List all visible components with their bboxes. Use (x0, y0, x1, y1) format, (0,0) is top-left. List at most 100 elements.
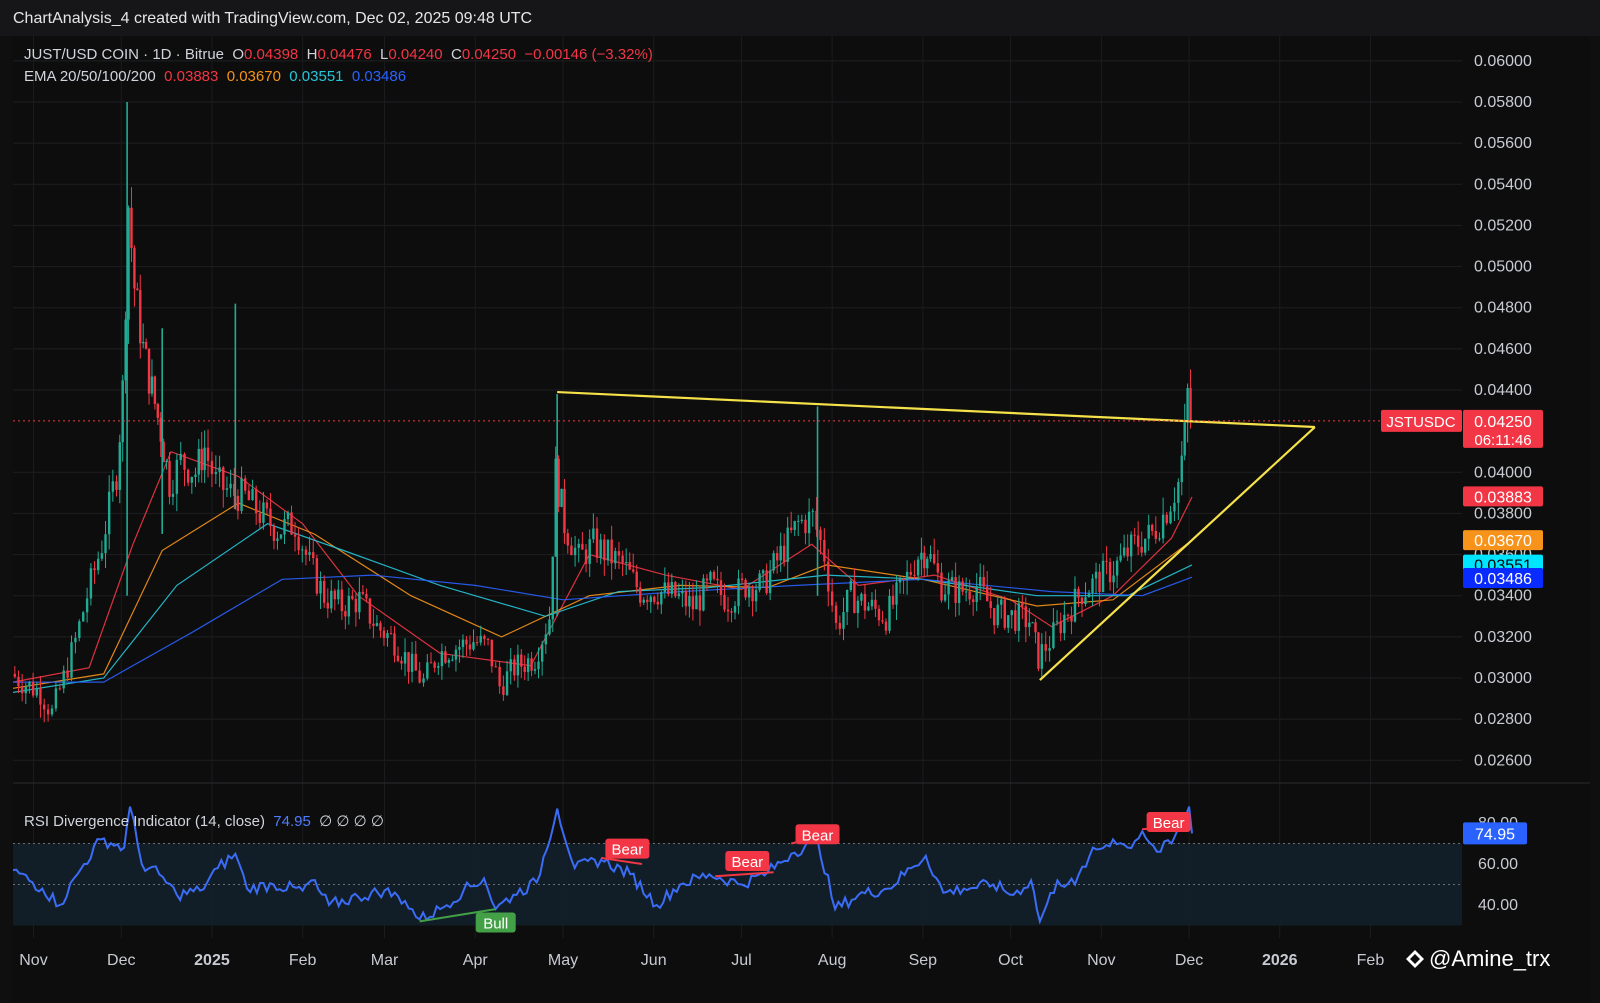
candle-body (811, 510, 814, 512)
candle-body (599, 539, 602, 558)
candle-body (115, 481, 118, 490)
candle-body (968, 591, 971, 600)
candle-body (1186, 388, 1189, 423)
divergence-label: Bear (612, 842, 644, 859)
symbol-label: JUST/USD COIN · 1D · Bitrue (24, 46, 225, 63)
candle-body (1098, 571, 1101, 592)
candle-body (1136, 535, 1140, 547)
candle-body (168, 460, 171, 497)
candle-body (39, 688, 42, 705)
candle-body (923, 552, 926, 569)
candle-body (203, 447, 206, 471)
candle-body (130, 207, 133, 249)
candle-body (222, 467, 225, 490)
candle-body (1070, 615, 1073, 622)
candle-body (486, 638, 490, 640)
candle-body (472, 642, 475, 650)
candle-body (551, 556, 554, 620)
candle-body (898, 578, 902, 583)
chart-canvas[interactable]: 0.06000 0.05800 0.05600 0.05400 0.05200 0.050… (0, 0, 1600, 1003)
candle-body (588, 539, 591, 564)
candle-body (141, 342, 145, 344)
candle-body (621, 555, 624, 563)
rsi-y-tick-label: 60.00 (1478, 856, 1518, 873)
change-value: −0.00146 (−3.32%) (524, 46, 653, 63)
candle-body (516, 654, 520, 676)
candle-body (740, 578, 744, 580)
candle-body (340, 589, 344, 612)
candle-body (581, 543, 584, 550)
candle-body (663, 582, 667, 593)
candle-body (1037, 632, 1040, 669)
ema20-value: 0.03883 (164, 68, 219, 85)
x-tick-label: Sep (909, 952, 938, 969)
candle-body (200, 448, 203, 471)
candle-body (849, 580, 853, 590)
candle-body (50, 708, 54, 715)
candle-body (877, 608, 881, 621)
candle-body (1129, 534, 1133, 557)
open-label: O (232, 46, 245, 63)
candle-body (926, 558, 929, 569)
candle-body (1087, 593, 1091, 598)
candle-body (530, 658, 533, 671)
low-value: 0.04240 (388, 46, 443, 63)
close-label: C (450, 46, 462, 63)
candle-body (315, 558, 319, 594)
candle-body (842, 612, 845, 629)
ema-tag-value: 0.03670 (1474, 533, 1532, 550)
candle-body (17, 676, 20, 687)
candle-body (483, 635, 486, 639)
ema-tag-value: 0.03486 (1474, 571, 1532, 588)
ema50-value: 0.03670 (226, 68, 281, 85)
candle-body (218, 467, 221, 473)
candle-body (494, 666, 497, 668)
candle-body (830, 591, 834, 606)
candle-body (807, 511, 811, 534)
watermark-text: @Amine_trx (1429, 946, 1551, 971)
candle-body (279, 534, 283, 539)
candle-body (1112, 575, 1115, 583)
candle-body (407, 652, 410, 672)
candle-body (1055, 621, 1059, 623)
x-tick-label: Apr (463, 952, 489, 969)
candle-body (853, 580, 856, 613)
candle-body (606, 539, 610, 561)
candle-body (1034, 622, 1037, 633)
x-tick-label: Nov (19, 952, 47, 969)
candle-body (996, 604, 999, 626)
candle-body (520, 654, 523, 667)
candle-body (975, 586, 978, 603)
candle-body (1154, 530, 1157, 539)
candle-body (1073, 588, 1077, 622)
candle-body (133, 248, 136, 289)
candle-body (301, 549, 304, 551)
candle-body (333, 590, 337, 600)
candle-body (229, 483, 232, 489)
candle-body (437, 666, 440, 668)
candle-body (870, 599, 874, 607)
candle-body (789, 527, 793, 531)
candle-body (323, 580, 326, 603)
y-tick-label: 0.04800 (1474, 300, 1532, 317)
candle-body (1031, 622, 1034, 624)
candle-body (913, 574, 916, 576)
candle-body (1077, 588, 1080, 598)
candle-body (1169, 511, 1172, 524)
candle-body (89, 568, 93, 599)
candle-body (993, 608, 996, 626)
candle-body (957, 581, 961, 603)
candle-body (754, 590, 758, 602)
candle-body (691, 596, 695, 610)
candle-body (1122, 547, 1126, 556)
candle-body (183, 453, 186, 470)
candle-body (674, 581, 677, 597)
candle-body (1021, 603, 1024, 607)
candle-body (793, 521, 796, 531)
candle-body (58, 688, 62, 690)
candle-body (902, 578, 905, 580)
candle-body (337, 589, 340, 600)
candle-body (171, 493, 175, 497)
candle-body (293, 534, 297, 537)
candle-body (563, 488, 566, 534)
